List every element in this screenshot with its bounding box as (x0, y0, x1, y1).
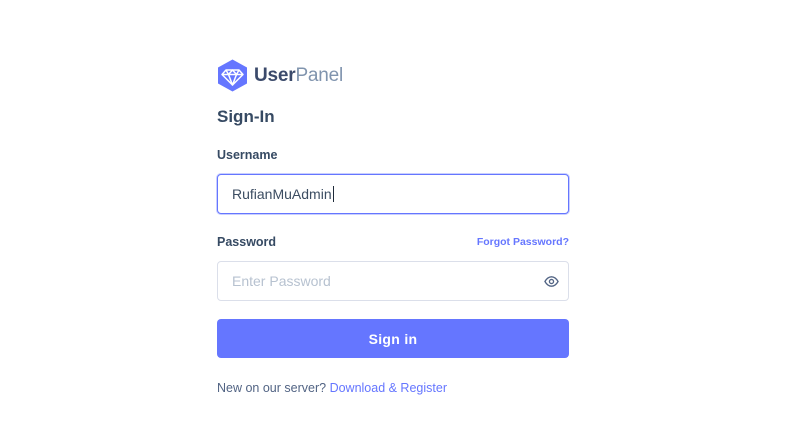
brand-name: UserPanel (254, 66, 343, 85)
password-field-wrap (217, 261, 569, 301)
password-label-row: Password Forgot Password? (217, 234, 569, 250)
register-note: New on our server? Download & Register (217, 381, 569, 395)
forgot-password-link[interactable]: Forgot Password? (477, 236, 569, 248)
sign-in-button[interactable]: Sign in (217, 319, 569, 358)
brand-name-strong: User (254, 64, 296, 86)
page-title: Sign-In (217, 107, 275, 126)
download-register-link[interactable]: Download & Register (330, 381, 447, 395)
password-label: Password (217, 235, 277, 249)
gem-icon (218, 59, 247, 91)
username-input[interactable] (217, 174, 569, 214)
username-field-wrap: RufianMuAdmin (217, 174, 569, 214)
password-input[interactable] (217, 261, 569, 301)
username-label: Username (217, 148, 278, 162)
brand-logo-link[interactable]: UserPanel (217, 58, 569, 92)
register-prompt: New on our server? (217, 381, 327, 395)
login-card: UserPanel Sign-In Username RufianMuAdmin… (217, 58, 569, 395)
eye-icon[interactable] (543, 273, 559, 289)
brand-name-light: Panel (295, 64, 344, 86)
